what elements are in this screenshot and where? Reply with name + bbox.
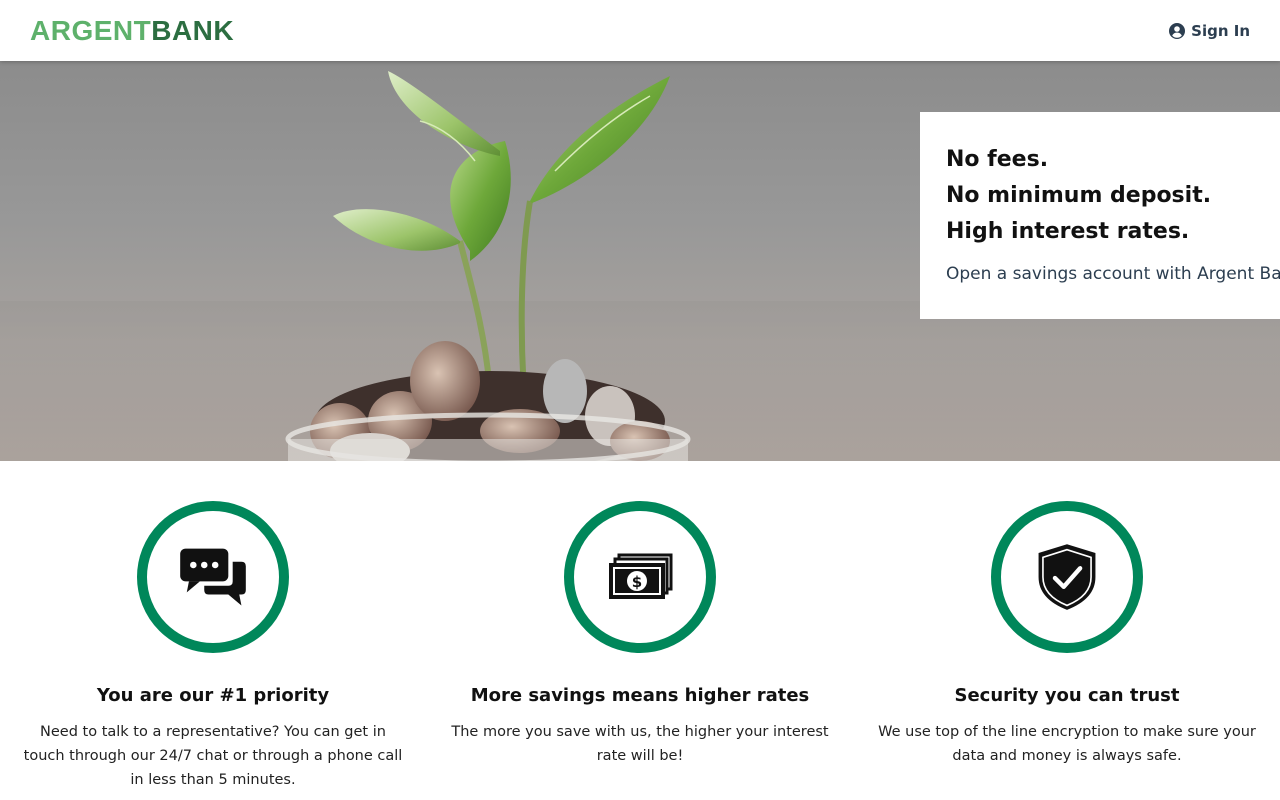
sign-in-link[interactable]: Sign In bbox=[1169, 22, 1250, 40]
feature-security: Security you can trust We use top of the… bbox=[854, 461, 1280, 800]
feature-text: We use top of the line encryption to mak… bbox=[878, 724, 1256, 764]
feature-savings: $ More savings means higher rates The mo… bbox=[427, 461, 853, 800]
money-icon: $ bbox=[609, 553, 673, 599]
hero-subtitle: Open a savings account with Argent Bank … bbox=[946, 264, 1280, 284]
feature-icon-ring bbox=[137, 501, 289, 653]
security-icon bbox=[1038, 544, 1096, 610]
hero-line-no-fees: No fees. bbox=[946, 147, 1049, 172]
svg-text:$: $ bbox=[632, 573, 642, 591]
feature-text: Need to talk to a representative? You ca… bbox=[23, 724, 403, 788]
sign-in-label: Sign In bbox=[1191, 21, 1250, 40]
logo-argent: ARGENT bbox=[30, 14, 152, 46]
feature-priority: You are our #1 priority Need to talk to … bbox=[0, 461, 426, 800]
feature-title: More savings means higher rates bbox=[470, 685, 810, 706]
feature-icon-ring: $ bbox=[564, 501, 716, 653]
logo-bank: BANK bbox=[151, 14, 235, 46]
feature-title: You are our #1 priority bbox=[96, 685, 330, 706]
feature-icon-ring bbox=[991, 501, 1143, 653]
hero-banner: No fees. No minimum deposit. High intere… bbox=[0, 61, 1280, 461]
feature-text: The more you save with us, the higher yo… bbox=[451, 724, 829, 764]
logo-link[interactable]: ARGENT BANK bbox=[30, 15, 234, 47]
top-nav: ARGENT BANK Sign In bbox=[0, 0, 1280, 61]
hero-line-no-minimum: No minimum deposit. bbox=[946, 183, 1212, 208]
feature-title: Security you can trust bbox=[954, 685, 1180, 706]
hero-promo-card: No fees. No minimum deposit. High intere… bbox=[920, 112, 1280, 319]
hero-line-interest: High interest rates. bbox=[946, 219, 1190, 244]
chat-icon bbox=[180, 548, 246, 606]
user-circle-icon bbox=[1169, 22, 1186, 39]
features-section: You are our #1 priority Need to talk to … bbox=[0, 461, 1280, 800]
